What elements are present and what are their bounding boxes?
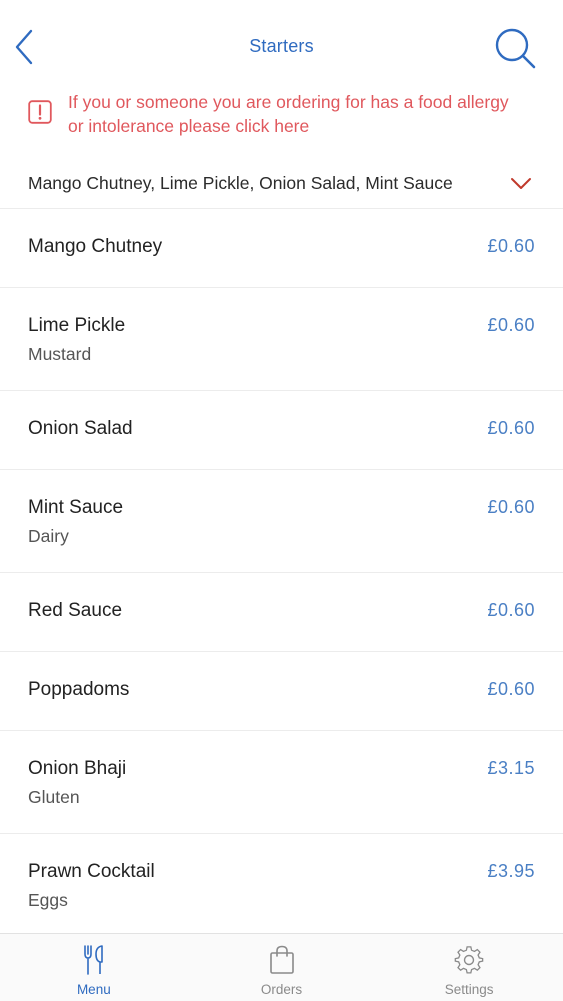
item-price: £0.60 — [487, 315, 535, 335]
menu-item-lime-pickle[interactable]: Lime Pickle £0.60 Mustard — [0, 288, 563, 391]
filter-summary: Mango Chutney, Lime Pickle, Onion Salad,… — [28, 173, 453, 193]
menu-item-mango-chutney[interactable]: Mango Chutney £0.60 — [0, 209, 563, 288]
shopping-bag-icon — [269, 945, 294, 974]
item-allergen: Eggs — [28, 890, 68, 910]
allergy-notice-link[interactable]: If you or someone you are ordering for h… — [0, 88, 563, 148]
item-price: £0.60 — [487, 236, 535, 256]
tab-bar: Menu Orders Settings — [0, 933, 563, 1001]
tab-orders[interactable]: Orders — [188, 934, 376, 1001]
item-name: Poppadoms — [28, 679, 130, 700]
allergen-filter-dropdown[interactable]: Mango Chutney, Lime Pickle, Onion Salad,… — [0, 160, 563, 209]
search-icon — [495, 28, 536, 69]
item-name: Red Sauce — [28, 600, 123, 621]
menu-item-red-sauce[interactable]: Red Sauce £0.60 — [0, 573, 563, 652]
item-name: Mango Chutney — [28, 236, 163, 257]
chevron-down-icon — [511, 178, 531, 189]
menu-item-poppadoms[interactable]: Poppadoms £0.60 — [0, 652, 563, 731]
page-title: Starters — [249, 36, 314, 56]
menu-item-mint-sauce[interactable]: Mint Sauce £0.60 Dairy — [0, 470, 563, 573]
fork-knife-icon — [84, 945, 103, 975]
item-price: £3.95 — [487, 861, 535, 881]
tab-menu[interactable]: Menu — [0, 934, 188, 1001]
search-button[interactable] — [490, 24, 540, 72]
gear-icon — [454, 946, 484, 974]
item-allergen: Mustard — [28, 344, 92, 364]
tab-settings[interactable]: Settings — [375, 934, 563, 1001]
item-name: Prawn Cocktail — [28, 861, 155, 882]
item-name: Onion Salad — [28, 418, 133, 439]
item-name: Onion Bhaji — [28, 758, 127, 779]
item-price: £0.60 — [487, 679, 535, 699]
item-allergen: Dairy — [28, 526, 69, 546]
menu-item-prawn-cocktail[interactable]: Prawn Cocktail £3.95 Eggs — [0, 834, 563, 937]
item-name: Lime Pickle — [28, 315, 126, 336]
allergy-notice-text: If you or someone you are ordering for h… — [68, 92, 509, 136]
header: Starters — [0, 0, 563, 90]
item-price: £0.60 — [487, 600, 535, 620]
tab-label: Settings — [444, 982, 494, 997]
item-price: £3.15 — [487, 758, 535, 778]
menu-item-list: Mango Chutney £0.60 Lime Pickle £0.60 Mu… — [0, 209, 563, 937]
tab-label: Orders — [260, 982, 303, 997]
item-price: £0.60 — [487, 418, 535, 438]
menu-item-onion-salad[interactable]: Onion Salad £0.60 — [0, 391, 563, 470]
item-name: Mint Sauce — [28, 497, 124, 518]
item-allergen: Gluten — [28, 787, 80, 807]
tab-label: Menu — [76, 982, 111, 997]
menu-item-onion-bhaji[interactable]: Onion Bhaji £3.15 Gluten — [0, 731, 563, 834]
item-price: £0.60 — [487, 497, 535, 517]
alert-icon — [28, 100, 52, 124]
